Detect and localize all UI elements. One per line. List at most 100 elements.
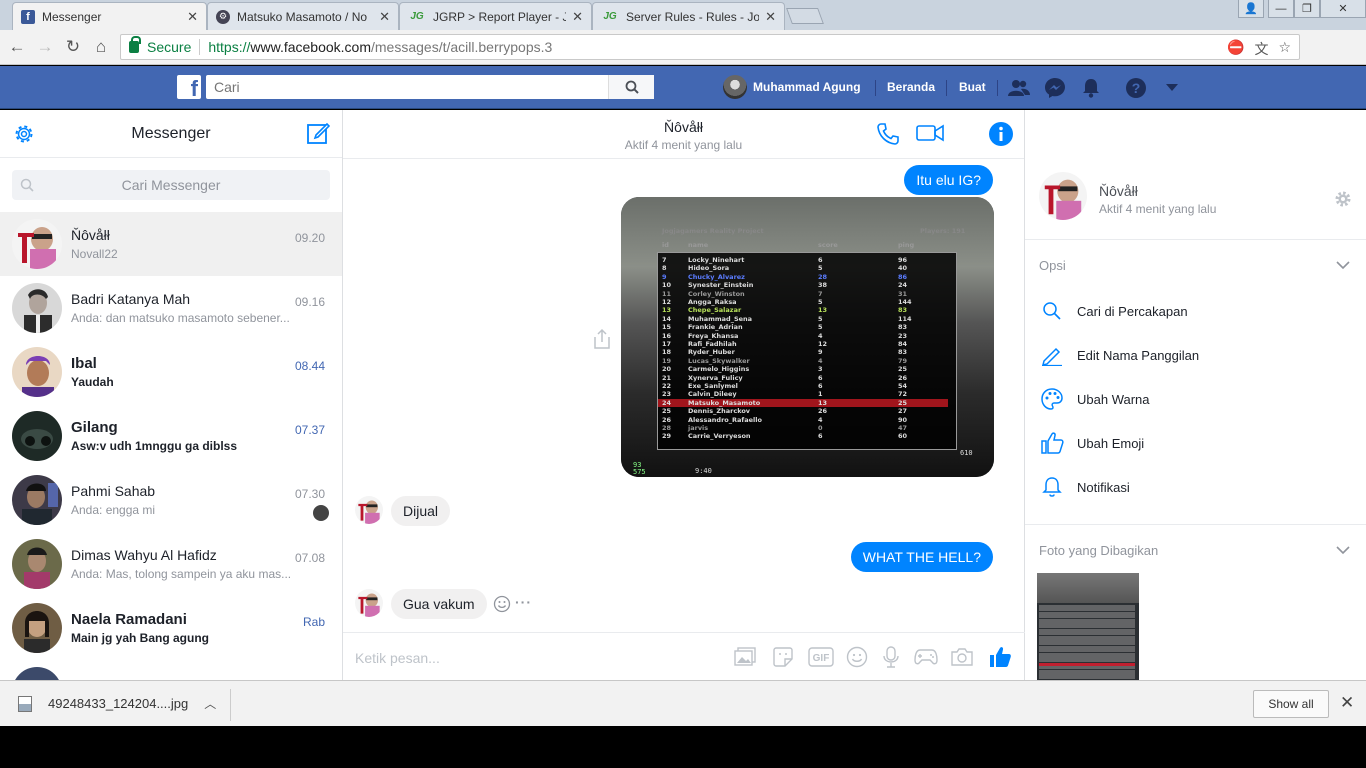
search-icon [625, 80, 639, 94]
minimize-button[interactable]: — [1268, 0, 1294, 18]
photo-icon[interactable] [733, 645, 757, 669]
profile-name[interactable]: Ňôvåłł [1099, 183, 1138, 199]
home-link[interactable]: Beranda [887, 80, 935, 94]
reload-icon[interactable]: ↻ [62, 37, 84, 57]
conversation-item[interactable]: Naela Ramadani Main jg yah Bang agung Ra… [0, 596, 342, 660]
gif-icon[interactable]: GIF [807, 645, 835, 669]
new-message-icon[interactable] [306, 121, 331, 148]
message-input[interactable]: Ketik pesan... [355, 650, 440, 666]
close-icon[interactable]: ✕ [379, 9, 390, 25]
conversation-settings-gear-icon[interactable] [1334, 190, 1352, 211]
thumbs-up-send-icon[interactable] [987, 645, 1013, 669]
messenger-icon[interactable] [1044, 77, 1066, 99]
scoreboard-cell-name: Angga_Raksa [688, 298, 737, 306]
forward-icon[interactable]: → [34, 37, 56, 57]
avatar[interactable] [1039, 172, 1087, 220]
new-tab-button[interactable] [786, 8, 824, 24]
scoreboard-cell-score: 38 [818, 281, 828, 290]
camera-icon[interactable] [949, 645, 975, 669]
message-incoming[interactable]: Gua vakum [391, 589, 487, 619]
close-downloads-icon[interactable]: ✕ [1340, 693, 1354, 713]
voice-call-icon[interactable] [876, 122, 900, 149]
scoreboard-cell-score: 6 [818, 373, 823, 382]
conversation-item[interactable]: Ňôvåłł Novall22 09.20 [0, 212, 342, 276]
scoreboard-cell-id: 20 [662, 365, 672, 374]
option-edit-nickname[interactable]: Edit Nama Panggilan [1039, 340, 1199, 370]
conversation-item[interactable]: Pahmi Sahab Anda: engga mi 07.30 [0, 468, 342, 532]
more-options-icon[interactable]: ··· [515, 594, 532, 610]
show-all-button[interactable]: Show all [1253, 690, 1329, 718]
options-section-title[interactable]: Opsi [1039, 258, 1066, 273]
emoji-icon[interactable] [845, 645, 869, 669]
conversation-item[interactable]: Ibal Yaudah 08.44 [0, 340, 342, 404]
shared-photos-section-title[interactable]: Foto yang Dibagikan [1039, 543, 1158, 558]
close-icon[interactable]: ✕ [187, 9, 198, 25]
conversation-item[interactable]: Badri Katanya Mah Anda: dan matsuko masa… [0, 276, 342, 340]
messenger-search-input[interactable]: Cari Messenger [12, 170, 330, 200]
option-notifications[interactable]: Notifikasi [1039, 472, 1130, 502]
secure-indicator[interactable]: Secure [121, 36, 191, 55]
facebook-search [206, 75, 654, 99]
notifications-bell-icon[interactable] [1080, 77, 1102, 99]
scoreboard-cell-name: Carrie_Verryeson [688, 432, 751, 441]
tab-server-rules[interactable]: JG Server Rules - Rules - Joo ✕ [592, 2, 785, 30]
blocked-icon[interactable]: ⛔ [1227, 39, 1244, 59]
back-icon[interactable]: ← [6, 37, 28, 57]
tab-report-player[interactable]: JG JGRP > Report Player - Jo ✕ [399, 2, 592, 30]
tab-matsuko[interactable]: ⚙ Matsuko Masamoto / No ✕ [207, 2, 399, 30]
window-close-button[interactable]: ✕ [1320, 0, 1366, 18]
chevron-down-icon[interactable] [1336, 258, 1350, 273]
chevron-up-icon[interactable]: ︿ [204, 695, 216, 712]
game-controller-icon[interactable] [913, 645, 939, 669]
divider [199, 39, 201, 55]
help-icon[interactable]: ? [1125, 77, 1147, 99]
scoreboard-cell-ping: 83 [898, 323, 908, 332]
restore-button[interactable]: ❐ [1294, 0, 1320, 18]
friend-requests-icon[interactable] [1008, 77, 1030, 99]
translate-icon[interactable]: 文 [1254, 39, 1268, 59]
shared-image[interactable]: Jogjagamers Reality Project Players: 191… [621, 197, 994, 477]
share-icon[interactable] [593, 328, 611, 353]
search-button[interactable] [608, 75, 654, 99]
avatar [355, 496, 383, 524]
message-outgoing[interactable]: WHAT THE HELL? [850, 542, 993, 572]
profile-icon[interactable]: 👤 [1238, 0, 1264, 18]
message-snippet: Anda: Mas, tolong sampein ya aku mas... [71, 566, 292, 581]
video-call-icon[interactable] [916, 122, 944, 147]
message-outgoing[interactable]: Itu elu IG? [904, 165, 993, 195]
pencil-icon [1039, 342, 1065, 368]
sticker-icon[interactable] [771, 645, 795, 669]
option-change-color[interactable]: Ubah Warna [1039, 384, 1150, 414]
conversation-item[interactable] [0, 660, 342, 680]
shared-photo-thumbnail[interactable] [1037, 573, 1139, 680]
chevron-down-icon[interactable] [1336, 543, 1350, 558]
create-link[interactable]: Buat [959, 80, 986, 94]
tab-messenger[interactable]: f Messenger ✕ [12, 2, 207, 31]
info-icon[interactable] [988, 121, 1014, 150]
profile-link[interactable]: Muhammad Agung [723, 75, 861, 99]
close-icon[interactable]: ✕ [765, 9, 776, 25]
url-host: www.facebook.com [250, 39, 371, 55]
scoreboard-row: 29 Carrie_Verryeson 6 60 [658, 432, 948, 440]
home-icon[interactable]: ⌂ [90, 37, 112, 57]
scoreboard-cell-id: 10 [662, 281, 672, 290]
message-incoming[interactable]: Dijual [391, 496, 451, 526]
account-menu-icon[interactable] [1161, 77, 1183, 99]
react-emoji-icon[interactable] [493, 595, 511, 616]
facebook-search-input[interactable] [206, 75, 608, 99]
bookmark-star-icon[interactable]: ☆ [1278, 39, 1291, 59]
close-icon[interactable]: ✕ [572, 9, 583, 25]
microphone-icon[interactable] [879, 645, 903, 669]
download-item[interactable]: 49248433_124204....jpg ︿ [18, 695, 216, 712]
option-change-emoji[interactable]: Ubah Emoji [1039, 428, 1144, 458]
col-name: name [688, 241, 709, 249]
message-snippet: Yaudah [71, 374, 114, 389]
option-search-conversation[interactable]: Cari di Percakapan [1039, 296, 1188, 326]
settings-gear-icon[interactable] [12, 122, 36, 149]
url-bar[interactable]: Secure https://www.facebook.com/messages… [120, 34, 1300, 60]
conversation-item[interactable]: Dimas Wahyu Al Hafidz Anda: Mas, tolong … [0, 532, 342, 596]
hud-time: 9:40 [695, 467, 712, 475]
conversation-item[interactable]: Gilang Asw:v udh 1mnggu ga diblss 07.37 [0, 404, 342, 468]
facebook-logo-icon[interactable]: f [177, 75, 201, 99]
option-label: Edit Nama Panggilan [1077, 347, 1200, 363]
